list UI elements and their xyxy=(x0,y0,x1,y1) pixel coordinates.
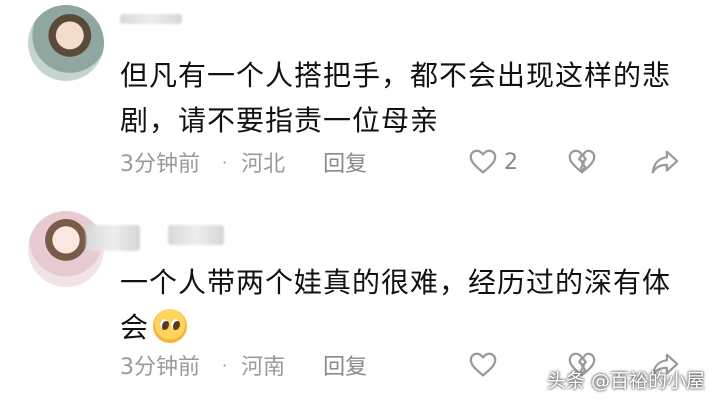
like-count: 2 xyxy=(504,149,518,175)
separator: · xyxy=(222,355,228,375)
comment-meta: 3分钟前 · 河南 回复 xyxy=(120,347,367,383)
location: 河南 xyxy=(241,355,286,380)
pleading-face-emoji xyxy=(153,309,188,343)
timestamp: 3分钟前 xyxy=(120,152,200,177)
comment-text: 但凡有一个人搭把手，都不会出现这样的悲剧，请不要指责一位母亲 xyxy=(120,59,672,137)
separator: · xyxy=(222,152,228,172)
share-arrow-icon xyxy=(651,150,679,174)
dislike-button[interactable] xyxy=(567,144,597,180)
reply-button[interactable]: 回复 xyxy=(323,146,367,178)
like-button[interactable] xyxy=(468,347,498,383)
reply-button[interactable]: 回复 xyxy=(323,349,367,381)
comment-text-content: 一个人带两个娃真的很难，经历过的深有体会 xyxy=(120,266,672,344)
like-button[interactable]: 2 xyxy=(468,144,518,180)
broken-heart-icon xyxy=(568,149,596,174)
heart-icon xyxy=(469,352,497,377)
username-blurred[interactable] xyxy=(120,14,182,24)
avatar[interactable] xyxy=(28,5,104,81)
timestamp: 3分钟前 xyxy=(120,355,200,380)
username-blurred[interactable] xyxy=(86,225,140,251)
comment-text: 一个人带两个娃真的很难，经历过的深有体会 xyxy=(120,260,690,350)
heart-icon xyxy=(469,149,497,174)
comment-item: 但凡有一个人搭把手，都不会出现这样的悲剧，请不要指责一位母亲 3分钟前 · 河北… xyxy=(0,0,719,200)
user-badge-blurred xyxy=(168,225,224,245)
watermark: 头条 @百裕的小屋 xyxy=(546,370,705,392)
share-button[interactable] xyxy=(650,144,680,180)
location: 河北 xyxy=(241,152,286,177)
comment-meta: 3分钟前 · 河北 回复 xyxy=(120,144,367,180)
